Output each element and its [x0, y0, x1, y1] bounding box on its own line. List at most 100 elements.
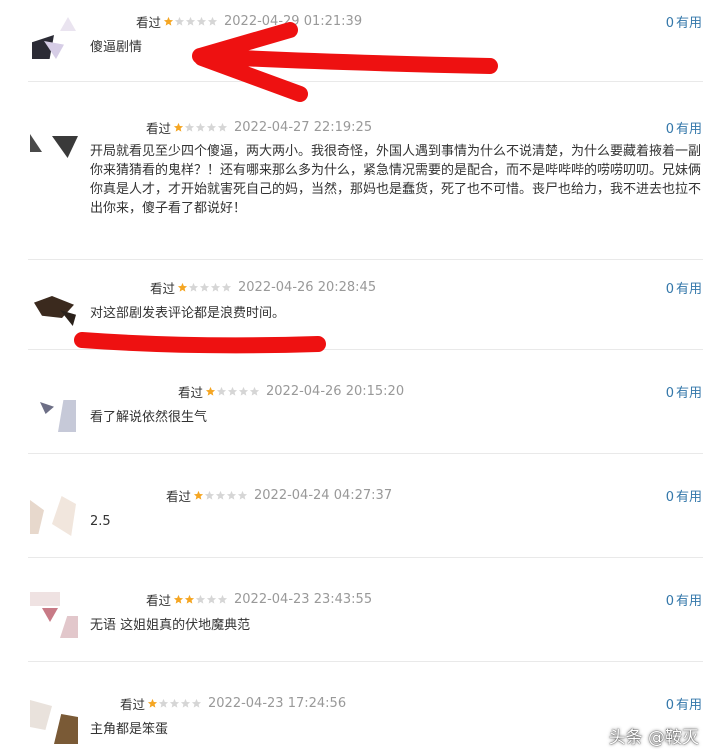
- useful-button[interactable]: 0 有用: [666, 486, 702, 505]
- star-icon: [169, 698, 180, 708]
- review-item: …… 看过 2022-04-26 20:15:20 0 有用 看了解说依然很生气: [0, 382, 709, 454]
- useful-count: 0: [665, 122, 674, 137]
- star-icon: [199, 282, 210, 292]
- review-time: 2022-04-26 20:15:20: [266, 383, 405, 399]
- avatar[interactable]: [30, 386, 78, 434]
- star-icon: [173, 122, 184, 132]
- star-icon: [193, 490, 204, 500]
- star-icon: [217, 594, 228, 604]
- star-icon: [221, 282, 232, 292]
- review-time: 2022-04-23 23:43:55: [234, 591, 373, 607]
- star-icon: [205, 386, 216, 396]
- star-icon: [206, 594, 217, 604]
- rating-stars: [173, 122, 228, 133]
- star-icon: [173, 594, 184, 604]
- star-icon: [177, 282, 188, 292]
- useful-count: 0: [665, 698, 674, 713]
- divider: [28, 661, 703, 662]
- review-text: 对这部剧发表评论都是浪费时间。: [90, 306, 286, 321]
- username[interactable]: ……: [90, 696, 120, 710]
- review-item: …… 看过 2022-04-23 17:24:56 0 有用 主角都是笨蛋: [0, 694, 709, 756]
- watch-status: 看过: [166, 488, 192, 504]
- username[interactable]: ……: [90, 488, 166, 502]
- username[interactable]: ……: [90, 592, 146, 606]
- username[interactable]: ……: [90, 14, 136, 28]
- watch-status: 看过: [136, 14, 162, 30]
- review-time: 2022-04-26 20:28:45: [238, 279, 377, 295]
- review-text: 2.5: [90, 514, 111, 529]
- avatar[interactable]: [30, 696, 78, 744]
- review-item: …… 看过 2022-04-27 22:19:25 0 有用 开局就看见至少四个傻…: [0, 114, 709, 260]
- watch-status: 看过: [120, 696, 146, 712]
- arrow-left-icon: [192, 22, 498, 102]
- username[interactable]: ……: [90, 384, 178, 398]
- avatar[interactable]: [30, 13, 78, 61]
- star-icon: [210, 282, 221, 292]
- useful-label: 有用: [675, 386, 702, 401]
- review-text: 看了解说依然很生气: [90, 410, 208, 425]
- star-icon: [237, 490, 248, 500]
- star-icon: [249, 386, 260, 396]
- star-icon: [215, 490, 226, 500]
- useful-label: 有用: [675, 16, 702, 31]
- star-icon: [158, 698, 169, 708]
- useful-count: 0: [665, 594, 674, 609]
- star-icon: [238, 386, 249, 396]
- star-icon: [195, 122, 206, 132]
- useful-button[interactable]: 0 有用: [666, 118, 702, 137]
- star-icon: [191, 698, 202, 708]
- avatar[interactable]: [30, 592, 78, 640]
- useful-button[interactable]: 0 有用: [666, 694, 702, 713]
- useful-label: 有用: [675, 122, 702, 137]
- watch-status: 看过: [150, 280, 176, 296]
- useful-button[interactable]: 0 有用: [666, 12, 702, 31]
- watch-status: 看过: [146, 120, 172, 136]
- review-time: 2022-04-27 22:19:25: [234, 119, 373, 135]
- star-icon: [216, 386, 227, 396]
- divider: [28, 259, 703, 260]
- watermark: 头条 @鞍灭: [608, 728, 699, 748]
- review-text: 无语 这姐姐真的伏地魔典范: [90, 618, 251, 633]
- useful-count: 0: [665, 16, 674, 31]
- useful-label: 有用: [675, 594, 702, 609]
- rating-stars: [193, 490, 248, 501]
- rating-stars: [173, 594, 228, 605]
- star-icon: [195, 594, 206, 604]
- star-icon: [206, 122, 217, 132]
- divider: [28, 557, 703, 558]
- avatar[interactable]: [30, 116, 78, 164]
- star-icon: [180, 698, 191, 708]
- divider: [28, 453, 703, 454]
- avatar[interactable]: [30, 280, 78, 328]
- useful-button[interactable]: 0 有用: [666, 590, 702, 609]
- review-item: …… 看过 2022-04-23 23:43:55 0 有用 无语 这姐姐真的伏地…: [0, 590, 709, 662]
- underline-marker: [74, 332, 326, 354]
- star-icon: [188, 282, 199, 292]
- rating-stars: [205, 386, 260, 397]
- star-icon: [147, 698, 158, 708]
- star-icon: [204, 490, 215, 500]
- useful-count: 0: [665, 386, 674, 401]
- star-icon: [184, 594, 195, 604]
- review-item: …… 看过 2022-04-24 04:27:37 0 有用 2.5: [0, 486, 709, 558]
- useful-button[interactable]: 0 有用: [666, 278, 702, 297]
- review-time: 2022-04-23 17:24:56: [208, 695, 347, 711]
- review-time: 2022-04-24 04:27:37: [254, 487, 393, 503]
- star-icon: [184, 122, 195, 132]
- star-icon: [227, 386, 238, 396]
- useful-button[interactable]: 0 有用: [666, 382, 702, 401]
- rating-stars: [177, 282, 232, 293]
- star-icon: [217, 122, 228, 132]
- useful-count: 0: [665, 282, 674, 297]
- watch-status: 看过: [178, 384, 204, 400]
- useful-label: 有用: [675, 282, 702, 297]
- star-icon: [174, 16, 185, 26]
- useful-count: 0: [665, 490, 674, 505]
- useful-label: 有用: [675, 698, 702, 713]
- watch-status: 看过: [146, 592, 172, 608]
- avatar[interactable]: [30, 492, 78, 540]
- star-icon: [226, 490, 237, 500]
- username[interactable]: ……: [90, 280, 150, 294]
- username[interactable]: ……: [90, 120, 146, 134]
- rating-stars: [147, 698, 202, 709]
